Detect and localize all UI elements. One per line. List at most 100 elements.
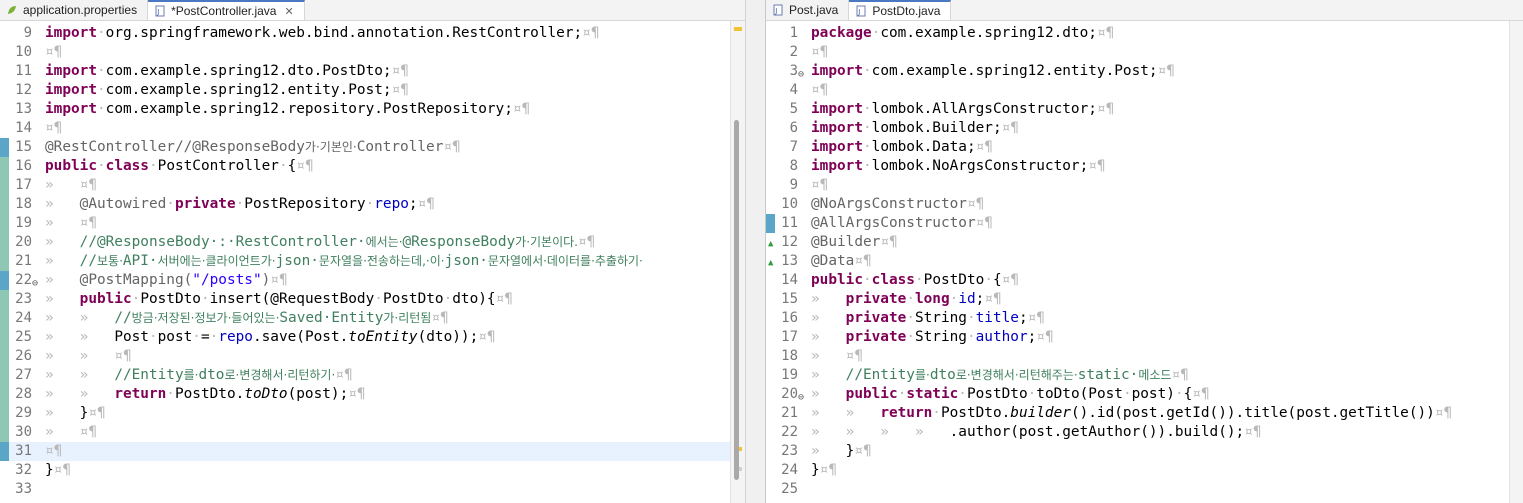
- code-line[interactable]: 21 » » return·PostDto.builder().id(post.g…: [766, 404, 1523, 423]
- code-token: (dto));: [417, 329, 479, 345]
- code-line[interactable]: 15 @RestController//@ResponseBody가·기본인·Co…: [0, 138, 745, 157]
- code-line[interactable]: 20 ⊖» public·static·PostDto·toDto(Post·po…: [766, 385, 1523, 404]
- code-line[interactable]: 26 » » ¤¶: [0, 347, 745, 366]
- close-icon[interactable]: ✕: [284, 5, 293, 18]
- code-line[interactable]: 15» private·long·id;¤¶: [766, 290, 1523, 309]
- code-token: ().id(post.getId()).title(post.getTitle(…: [1070, 405, 1435, 421]
- code-line[interactable]: 10 ¤¶: [0, 43, 745, 62]
- code-token: 문자열을·전송하는데,·이·: [318, 254, 445, 268]
- code-token: //: [79, 253, 97, 269]
- code-token: ¤¶: [811, 177, 829, 193]
- code-token: ·: [166, 196, 175, 212]
- code-token: ·: [966, 310, 976, 326]
- code-line[interactable]: 19 » ¤¶: [0, 214, 745, 233]
- editor-tab[interactable]: application.properties: [0, 0, 149, 20]
- line-number: 8: [789, 158, 798, 174]
- code-line[interactable]: 24}¤¶: [766, 461, 1523, 480]
- code-text: ¤¶: [811, 43, 828, 62]
- code-token: » »: [811, 405, 881, 421]
- code-line[interactable]: 25» » Post·post·=·repo.save(Post.toEntit…: [0, 328, 745, 347]
- code-line[interactable]: 32}¤¶: [0, 461, 745, 480]
- code-text: public·class·PostController·{¤¶: [45, 157, 314, 176]
- code-line[interactable]: 19 » //Entity를·dto로·변경해서·리턴해주는·static·메소드…: [766, 366, 1523, 385]
- code-line[interactable]: 17» private·String·author;¤¶: [766, 328, 1523, 347]
- code-token: Saved·Entity: [279, 310, 384, 326]
- code-line[interactable]: 23 » }¤¶: [766, 442, 1523, 461]
- code-token: ¤¶: [854, 253, 872, 269]
- post-controller-editor[interactable]: 9 import·org.springframework.web.bind.ann…: [0, 21, 745, 503]
- code-token: import: [45, 63, 97, 79]
- code-line[interactable]: 11 import·com.example.spring12.dto.PostDt…: [0, 62, 745, 81]
- code-line[interactable]: 14 public·class·PostDto·{¤¶: [766, 271, 1523, 290]
- code-token: ¤¶: [582, 25, 600, 41]
- code-line[interactable]: 24 » » //방금·저장된·정보가·들어있는·Saved·Entity가·리턴…: [0, 309, 745, 328]
- code-line[interactable]: 10 @NoArgsConstructor¤¶: [766, 195, 1523, 214]
- code-line[interactable]: 16» private·String·title;¤¶: [766, 309, 1523, 328]
- code-line[interactable]: 12 import·com.example.spring12.entity.Pos…: [0, 81, 745, 100]
- code-line[interactable]: 31 ¤¶: [0, 442, 745, 461]
- code-token: ·: [897, 386, 907, 402]
- code-line[interactable]: 1 package·com.example.spring12.dto;¤¶: [766, 24, 1523, 43]
- code-token: dto){: [452, 291, 496, 307]
- code-line[interactable]: 9 import·org.springframework.web.bind.ann…: [0, 24, 745, 43]
- line-number: 21: [15, 253, 32, 269]
- editor-tab[interactable]: J Post.java: [766, 0, 850, 20]
- code-token: ·: [1027, 386, 1037, 402]
- code-area[interactable]: 9 import·org.springframework.web.bind.ann…: [0, 24, 745, 499]
- vertical-scrollbar[interactable]: [1509, 21, 1523, 503]
- code-line[interactable]: 21» //보통·API·서버에는·클라이언트가·json·문자열을·전송하는데…: [0, 252, 745, 271]
- code-line[interactable]: 5 import·lombok.AllArgsConstructor;¤¶: [766, 100, 1523, 119]
- code-line[interactable]: 20 » //@ResponseBody·:·RestController·에서는…: [0, 233, 745, 252]
- line-number: 20: [781, 386, 798, 402]
- code-line[interactable]: 2 ¤¶: [766, 43, 1523, 62]
- editor-tab[interactable]: J *PostController.java ✕: [148, 0, 305, 20]
- code-line[interactable]: 27 » » //Entity를·dto로·변경해서·리턴하기·¤¶: [0, 366, 745, 385]
- code-line[interactable]: 4 ¤¶: [766, 81, 1523, 100]
- code-token: ·: [906, 291, 915, 307]
- scrollbar-thumb[interactable]: [734, 120, 739, 480]
- code-token: }: [811, 462, 820, 478]
- code-token: ¤¶: [296, 158, 314, 174]
- code-line[interactable]: ▲ 13 @Data¤¶: [766, 252, 1523, 271]
- code-line[interactable]: 17 » ¤¶: [0, 176, 745, 195]
- code-token: ¤¶: [1192, 386, 1210, 402]
- code-line[interactable]: 3 ⊖ import·com.example.spring12.entity.Pos…: [766, 62, 1523, 81]
- code-text: ¤¶: [811, 81, 828, 100]
- code-token: ¤¶: [45, 443, 63, 459]
- post-dto-editor[interactable]: 1 package·com.example.spring12.dto;¤¶ 2 ¤¶ 3…: [766, 21, 1523, 503]
- code-line[interactable]: 33: [0, 480, 745, 499]
- code-line[interactable]: 25: [766, 480, 1523, 499]
- editor-splitter[interactable]: [745, 0, 766, 503]
- code-line[interactable]: 8 import·lombok.NoArgsConstructor;¤¶: [766, 157, 1523, 176]
- code-line[interactable]: 22 » » » » .author(post.getAuthor()).buil…: [766, 423, 1523, 442]
- code-line[interactable]: 23» public·PostDto·insert(@RequestBody·P…: [0, 290, 745, 309]
- code-line[interactable]: 18 » ¤¶: [766, 347, 1523, 366]
- code-token: lombok.AllArgsConstructor;: [871, 101, 1097, 117]
- code-line[interactable]: 30 » ¤¶: [0, 423, 745, 442]
- code-line[interactable]: 7 import·lombok.Data;¤¶: [766, 138, 1523, 157]
- code-text: import·lombok.Data;¤¶: [811, 138, 993, 157]
- code-line[interactable]: 28 » » return·PostDto.toDto(post);¤¶: [0, 385, 745, 404]
- code-token: //@ResponseBody·:·RestController·: [79, 234, 366, 250]
- code-line[interactable]: 22 ⊖» @PostMapping("/posts")¤¶: [0, 271, 745, 290]
- code-line[interactable]: 13 import·com.example.spring12.repository…: [0, 100, 745, 119]
- code-token: ·: [862, 63, 872, 79]
- code-area[interactable]: 1 package·com.example.spring12.dto;¤¶ 2 ¤¶ 3…: [766, 24, 1523, 499]
- editor-tab[interactable]: J PostDto.java: [849, 0, 952, 20]
- code-line[interactable]: 29 » }¤¶: [0, 404, 745, 423]
- code-line[interactable]: 18» @Autowired·private·PostRepository·re…: [0, 195, 745, 214]
- code-token: public: [811, 272, 863, 288]
- code-token: public: [45, 158, 97, 174]
- code-line[interactable]: 11 @AllArgsConstructor¤¶: [766, 214, 1523, 233]
- code-line[interactable]: 16 public·class·PostController·{¤¶: [0, 157, 745, 176]
- code-line[interactable]: 14 ¤¶: [0, 119, 745, 138]
- code-token: }: [45, 462, 54, 478]
- code-token: PostDto: [923, 272, 985, 288]
- code-token: author: [975, 329, 1028, 345]
- code-line[interactable]: 6 import·lombok.Builder;¤¶: [766, 119, 1523, 138]
- code-line[interactable]: ▲ 12 @Builder¤¶: [766, 233, 1523, 252]
- code-line[interactable]: 9 ¤¶: [766, 176, 1523, 195]
- code-token: ¤¶: [335, 367, 353, 383]
- line-number: 16: [15, 158, 32, 174]
- warning-marker[interactable]: [734, 27, 742, 31]
